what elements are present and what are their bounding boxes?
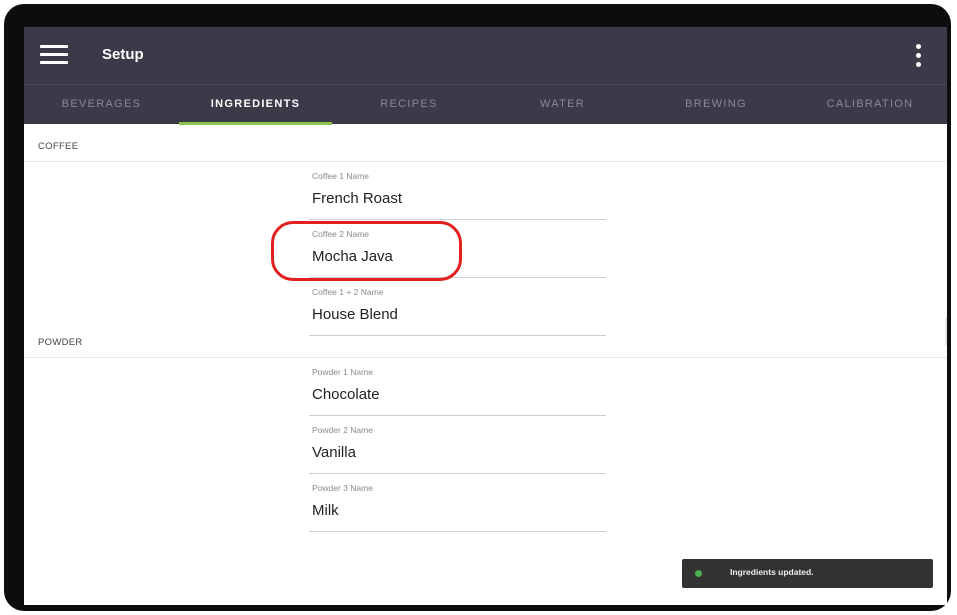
tablet-frame: Setup BEVERAGES INGREDIENTS RECIPES WATE… [4, 4, 951, 611]
field-value[interactable]: Vanilla [312, 444, 356, 461]
section-label: POWDER [38, 337, 83, 348]
field-label: Powder 2 Name [312, 425, 373, 435]
field-label: Coffee 1 Name [312, 171, 370, 181]
snackbar-message: Ingredients updated. [730, 567, 814, 577]
tab-bar: BEVERAGES INGREDIENTS RECIPES WATER BREW… [24, 84, 947, 125]
coffee-2-name-field[interactable]: Coffee 2 Name Mocha Java [309, 220, 606, 278]
field-label: Coffee 2 Name [312, 229, 370, 239]
app-screen: Setup BEVERAGES INGREDIENTS RECIPES WATE… [24, 27, 947, 605]
status-dot-icon [695, 570, 702, 577]
field-value[interactable]: Mocha Java [312, 248, 393, 265]
tab-beverages[interactable]: BEVERAGES [24, 85, 179, 124]
field-value[interactable]: Milk [312, 502, 339, 519]
section-header-coffee: COFFEE [24, 124, 947, 162]
tab-water[interactable]: WATER [486, 85, 639, 124]
page-title: Setup [102, 46, 144, 63]
app-bar: Setup [24, 27, 947, 84]
powder-1-name-field[interactable]: Powder 1 Name Chocolate [309, 358, 606, 416]
tab-calibration[interactable]: CALIBRATION [793, 85, 947, 124]
tab-ingredients[interactable]: INGREDIENTS [179, 85, 332, 125]
coffee-1-name-field[interactable]: Coffee 1 Name French Roast [309, 162, 606, 220]
hamburger-menu-icon[interactable] [40, 45, 68, 65]
snackbar: Ingredients updated. [682, 559, 933, 588]
field-value[interactable]: French Roast [312, 190, 402, 207]
tab-brewing[interactable]: BREWING [639, 85, 793, 124]
powder-2-name-field[interactable]: Powder 2 Name Vanilla [309, 416, 606, 474]
scroll-edge [945, 317, 947, 345]
field-label: Powder 3 Name [312, 483, 373, 493]
field-label: Powder 1 Name [312, 367, 373, 377]
more-vertical-icon[interactable] [913, 44, 923, 68]
powder-3-name-field[interactable]: Powder 3 Name Milk [309, 474, 606, 532]
tab-recipes[interactable]: RECIPES [332, 85, 486, 124]
section-header-powder: POWDER [24, 320, 947, 358]
field-value[interactable]: Chocolate [312, 386, 380, 403]
field-label: Coffee 1 + 2 Name [312, 287, 384, 297]
section-label: COFFEE [38, 141, 79, 152]
